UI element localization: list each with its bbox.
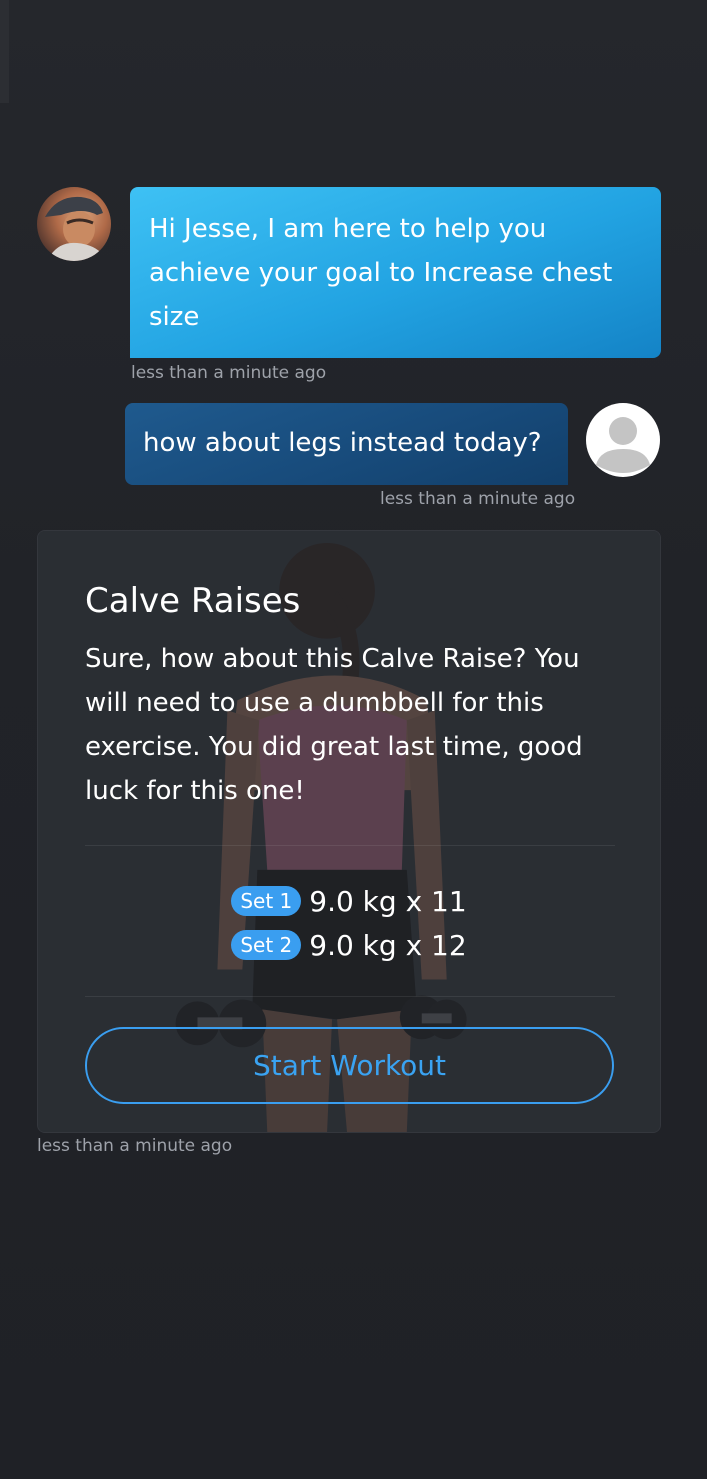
coach-avatar[interactable] <box>37 187 111 261</box>
coach-message-text: Hi Jesse, I am here to help you achieve … <box>149 214 613 332</box>
default-person-icon <box>596 417 650 473</box>
set-value: 9.0 kg x 12 <box>309 928 467 962</box>
user-avatar[interactable] <box>586 403 660 477</box>
coach-photo-icon <box>45 196 107 261</box>
set-badge: Set 1 <box>231 886 302 916</box>
user-message-bubble: how about legs instead today? <box>125 403 568 485</box>
chat-screen: Hi Jesse, I am here to help you achieve … <box>0 0 707 1479</box>
exercise-title: Calve Raises <box>85 581 301 621</box>
card-content: Calve Raises Sure, how about this Calve … <box>38 531 660 1132</box>
exercise-description: Sure, how about this Calve Raise? You wi… <box>85 644 583 806</box>
set-badge: Set 2 <box>231 930 302 960</box>
user-message-text: how about legs instead today? <box>143 428 542 458</box>
set-row: Set 1 9.0 kg x 11 <box>38 879 660 923</box>
set-row: Set 2 9.0 kg x 12 <box>38 923 660 967</box>
start-workout-button[interactable]: Start Workout <box>85 1027 614 1104</box>
workout-card-timestamp: less than a minute ago <box>37 1136 233 1156</box>
workout-card: Calve Raises Sure, how about this Calve … <box>37 530 661 1133</box>
divider <box>85 996 615 997</box>
coach-message-bubble: Hi Jesse, I am here to help you achieve … <box>130 187 661 358</box>
set-list: Set 1 9.0 kg x 11 Set 2 9.0 kg x 12 <box>38 879 660 967</box>
user-message-timestamp: less than a minute ago <box>380 489 576 509</box>
divider <box>85 845 615 846</box>
set-value: 9.0 kg x 11 <box>309 884 467 918</box>
coach-message-timestamp: less than a minute ago <box>131 363 327 383</box>
edge-strip <box>0 0 9 103</box>
